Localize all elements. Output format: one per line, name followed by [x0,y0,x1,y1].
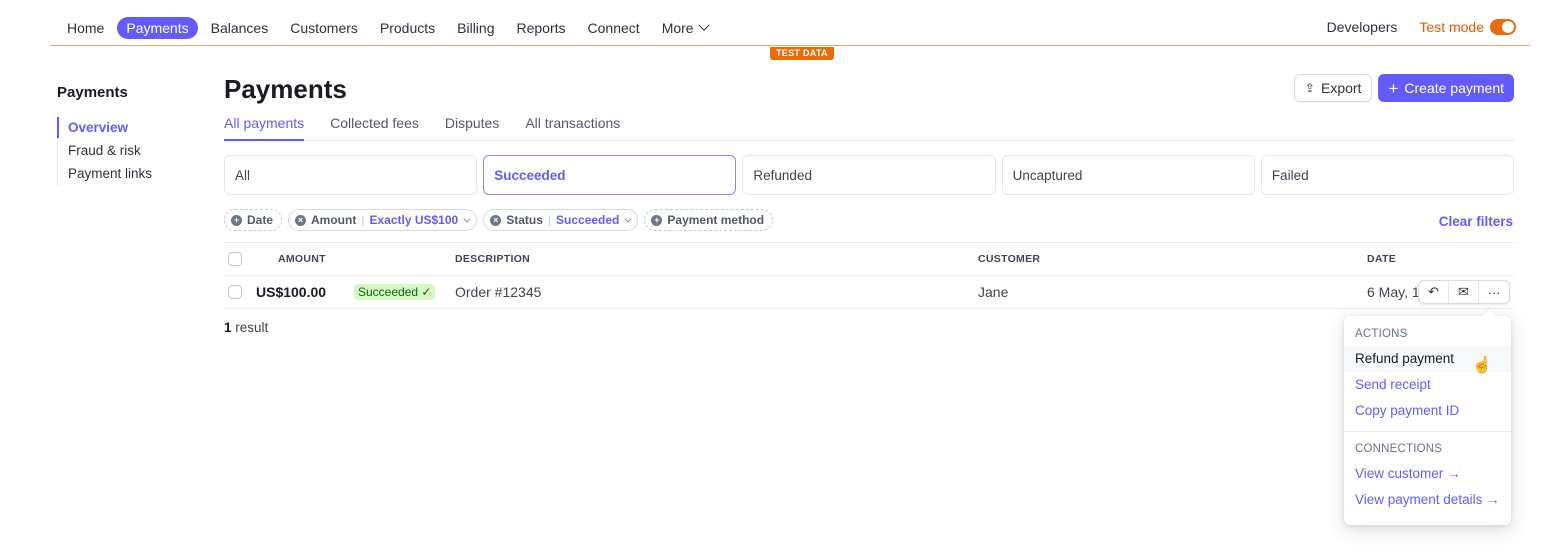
row-customer: Jane [978,284,1009,300]
col-description[interactable]: DESCRIPTION [455,253,530,265]
sidebar: Payments Overview Fraud & risk Payment l… [57,84,197,186]
test-data-badge: TEST DATA [770,47,834,60]
create-payment-label: Create payment [1404,80,1504,96]
row-actions: ↶ ✉ ··· [1418,280,1510,304]
tab-all-transactions[interactable]: All transactions [525,115,620,141]
nav-reports[interactable]: Reports [508,17,575,39]
row-amount: US$100.00 [256,284,327,300]
export-button[interactable]: ⇪ Export [1293,74,1373,102]
filter-separator: | [361,213,365,227]
sidebar-item-payment-links[interactable]: Payment links [58,163,197,186]
filter-payment-method[interactable]: + Payment method [644,209,774,231]
remove-circle-icon[interactable]: × [295,214,307,226]
payments-table: AMOUNT DESCRIPTION CUSTOMER DATE US$100.… [224,242,1514,309]
remove-circle-icon[interactable]: × [490,214,502,226]
sidebar-title: Payments [57,84,128,101]
row-actions-menu: ACTIONS Refund payment Send receipt Copy… [1344,316,1511,525]
status-card-failed[interactable]: Failed [1260,155,1515,195]
filter-separator: | [547,213,552,227]
chevron-down-icon [463,215,471,223]
filter-payment-method-label: Payment method [667,213,765,227]
tab-collected-fees[interactable]: Collected fees [330,115,419,141]
menu-view-payment-details[interactable]: View payment details → [1344,487,1511,513]
col-amount[interactable]: AMOUNT [278,253,326,265]
developers-link[interactable]: Developers [1327,19,1398,35]
pointer-hand-icon: ☝ [1472,357,1492,374]
add-circle-icon: + [231,214,242,226]
test-mode-label: Test mode [1419,19,1484,35]
chevron-down-icon [624,215,632,223]
status-cards: All Succeeded Refunded Uncaptured Failed [224,155,1515,195]
nav-items: Home Payments Balances Customers Product… [58,17,721,39]
nav-right: Developers Test mode [1327,19,1516,35]
more-actions-icon[interactable]: ··· [1479,281,1509,303]
filter-bar: + Date × Amount | Exactly US$100 × Statu… [224,209,779,231]
status-badge: Succeeded ✓ [354,284,436,300]
filter-date[interactable]: + Date [224,209,283,231]
nav-billing[interactable]: Billing [448,17,503,39]
select-all-checkbox[interactable] [228,252,242,266]
toggle-knob [1502,21,1514,33]
table-row[interactable]: US$100.00 Succeeded ✓ Order #12345 Jane … [224,276,1514,309]
sidebar-item-overview[interactable]: Overview [57,117,197,140]
result-count: 1 result [224,320,268,335]
payment-tabs: All payments Collected fees Disputes All… [224,115,1514,141]
email-icon[interactable]: ✉ [1449,281,1479,303]
nav-connect[interactable]: Connect [579,17,649,39]
plus-icon: + [1388,78,1399,98]
filter-status-label: Status [506,213,543,227]
status-card-refunded[interactable]: Refunded [742,155,996,195]
export-icon: ⇪ [1304,81,1315,95]
status-card-succeeded[interactable]: Succeeded [483,155,737,195]
result-count-label: result [231,320,269,335]
export-label: Export [1320,80,1362,96]
test-mode-toggle[interactable] [1490,19,1516,35]
row-description: Order #12345 [455,284,542,300]
table-header: AMOUNT DESCRIPTION CUSTOMER DATE [224,242,1514,276]
tab-all-payments[interactable]: All payments [224,115,305,141]
filter-amount-value: Exactly US$100 [369,213,459,227]
filter-amount-label: Amount [311,213,357,227]
filter-status[interactable]: × Status | Succeeded [483,209,639,231]
menu-send-receipt[interactable]: Send receipt [1344,372,1511,398]
header-actions: ⇪ Export + Create payment [1293,74,1514,102]
menu-section-actions: ACTIONS [1355,328,1408,340]
sidebar-item-fraud-risk[interactable]: Fraud & risk [58,140,197,163]
status-card-uncaptured[interactable]: Uncaptured [1001,155,1255,195]
status-card-all[interactable]: All [224,155,478,195]
col-date[interactable]: DATE [1367,253,1396,265]
top-nav: Home Payments Balances Customers Product… [50,0,1530,46]
refund-icon[interactable]: ↶ [1419,281,1449,303]
menu-section-connections: CONNECTIONS [1355,443,1443,455]
nav-more[interactable]: More [653,17,717,39]
page-title: Payments [224,74,347,104]
nav-more-label: More [661,20,694,36]
filter-date-label: Date [247,213,274,227]
tab-disputes[interactable]: Disputes [445,115,499,141]
nav-home[interactable]: Home [58,17,113,39]
menu-divider [1344,431,1511,432]
create-payment-button[interactable]: + Create payment [1378,74,1514,102]
filter-amount[interactable]: × Amount | Exactly US$100 [288,209,478,231]
nav-balances[interactable]: Balances [202,17,278,39]
clear-filters-link[interactable]: Clear filters [1439,214,1513,229]
nav-payments[interactable]: Payments [117,17,198,39]
menu-copy-payment-id[interactable]: Copy payment ID [1344,398,1511,424]
col-customer[interactable]: CUSTOMER [978,253,1040,265]
add-circle-icon: + [651,214,663,226]
nav-products[interactable]: Products [371,17,444,39]
chevron-down-icon [697,19,710,31]
nav-customers[interactable]: Customers [281,17,367,39]
filter-status-value: Succeeded [556,213,620,227]
result-count-number: 1 [224,320,232,335]
sidebar-list: Overview Fraud & risk Payment links [57,117,197,186]
row-checkbox[interactable] [228,285,242,299]
menu-view-customer[interactable]: View customer → [1344,461,1511,487]
